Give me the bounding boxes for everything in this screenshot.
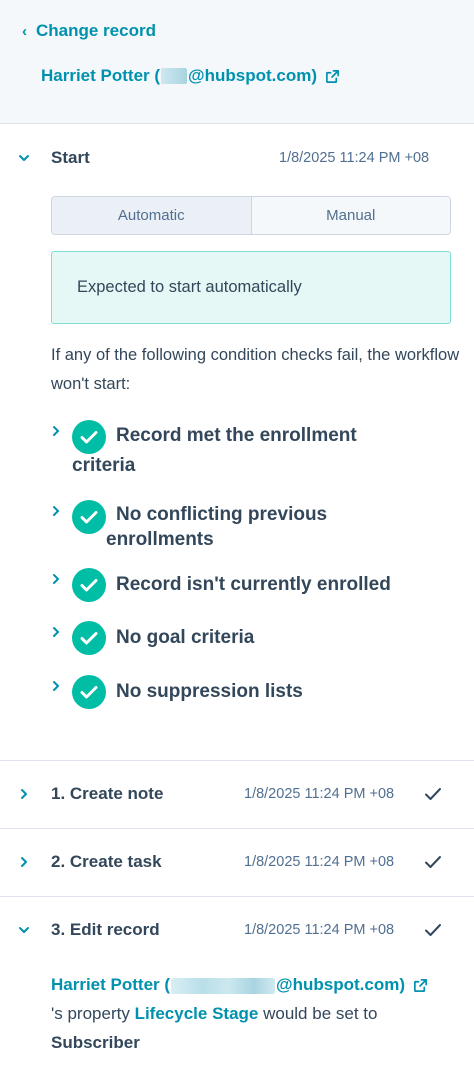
check-icon	[425, 856, 441, 868]
check-item[interactable]: Record met the enrollment criteria	[48, 420, 468, 480]
action-row-edit-record[interactable]: 3. Edit record 1/8/2025 11:24 PM +08	[0, 916, 474, 944]
external-link-icon[interactable]	[325, 69, 340, 84]
alert-text: Expected to start automatically	[77, 278, 302, 296]
chevron-down-icon[interactable]	[17, 151, 31, 165]
change-record-label: Change record	[36, 21, 156, 40]
check-item[interactable]: Record isn't currently enrolled	[48, 568, 468, 604]
chevron-right-icon[interactable]	[50, 505, 62, 517]
check-icon	[425, 788, 441, 800]
divider	[0, 828, 474, 829]
edit-record-detail: Harriet Potter ( @hubspot.com) 's propert…	[51, 970, 461, 1057]
success-check-icon	[72, 568, 106, 602]
divider	[0, 760, 474, 761]
start-title: Start	[51, 148, 90, 167]
detail-record-link[interactable]: Harriet Potter ( @hubspot.com)	[51, 975, 428, 994]
check-item[interactable]: No goal criteria	[48, 621, 468, 657]
action-row-create-task[interactable]: 2. Create task 1/8/2025 11:24 PM +08	[0, 848, 474, 876]
chevron-right-icon[interactable]	[50, 626, 62, 638]
record-name-prefix: Harriet Potter (	[41, 66, 161, 85]
action-title: 2. Create task	[51, 852, 162, 871]
manual-option[interactable]: Manual	[251, 197, 450, 234]
success-check-icon	[72, 621, 106, 655]
chevron-right-icon[interactable]	[50, 573, 62, 585]
divider	[0, 896, 474, 897]
check-icon	[425, 924, 441, 936]
chevron-right-icon[interactable]	[17, 787, 31, 801]
success-check-icon	[72, 500, 106, 534]
start-timestamp: 1/8/2025 11:24 PM +08	[279, 150, 430, 166]
chevron-down-icon[interactable]	[17, 923, 31, 937]
action-timestamp: 1/8/2025 11:24 PM +08	[244, 854, 395, 870]
success-check-icon	[72, 675, 106, 709]
redacted-email	[171, 977, 276, 994]
action-title: 1. Create note	[51, 784, 164, 803]
check-label: No goal criteria	[116, 627, 255, 648]
check-label: Record met the enrollment	[116, 425, 357, 446]
action-row-create-note[interactable]: 1. Create note 1/8/2025 11:24 PM +08	[0, 780, 474, 808]
action-timestamp: 1/8/2025 11:24 PM +08	[244, 922, 395, 938]
detail-record-prefix: Harriet Potter (	[51, 975, 171, 994]
change-record-link[interactable]: ‹ Change record	[22, 21, 156, 41]
redacted-email	[161, 68, 188, 84]
check-label: Record isn't currently enrolled	[116, 574, 391, 595]
check-label-line2: criteria	[72, 455, 136, 476]
property-value: Subscriber	[51, 1033, 140, 1052]
record-name-link[interactable]: Harriet Potter ( @hubspot.com)	[41, 66, 340, 86]
chevron-right-icon[interactable]	[17, 855, 31, 869]
chevron-right-icon[interactable]	[50, 425, 62, 437]
start-alert: Expected to start automatically	[51, 251, 451, 324]
check-label: No suppression lists	[116, 681, 303, 702]
action-title: 3. Edit record	[51, 920, 160, 939]
external-link-icon[interactable]	[413, 978, 428, 993]
check-item[interactable]: No conflicting previous enrollments	[48, 500, 468, 555]
condition-intro: If any of the following condition checks…	[51, 346, 460, 393]
chevron-left-icon: ‹	[22, 22, 27, 40]
action-timestamp: 1/8/2025 11:24 PM +08	[244, 786, 395, 802]
detail-text-after: would be set to	[263, 1004, 378, 1023]
check-item[interactable]: No suppression lists	[48, 675, 468, 711]
chevron-right-icon[interactable]	[50, 680, 62, 692]
success-check-icon	[72, 420, 106, 454]
check-label-line2: enrollments	[106, 529, 214, 550]
detail-record-suffix: @hubspot.com)	[276, 975, 405, 994]
start-mode-toggle: Automatic Manual	[51, 196, 451, 235]
property-link[interactable]: Lifecycle Stage	[135, 1004, 259, 1023]
panel-header: ‹ Change record Harriet Potter ( @hubspo…	[0, 0, 474, 124]
start-section-header[interactable]: Start 1/8/2025 11:24 PM +08	[0, 144, 474, 172]
detail-text-before: 's property	[51, 1004, 130, 1023]
record-email-suffix: @hubspot.com)	[188, 66, 317, 85]
automatic-option[interactable]: Automatic	[52, 197, 252, 234]
